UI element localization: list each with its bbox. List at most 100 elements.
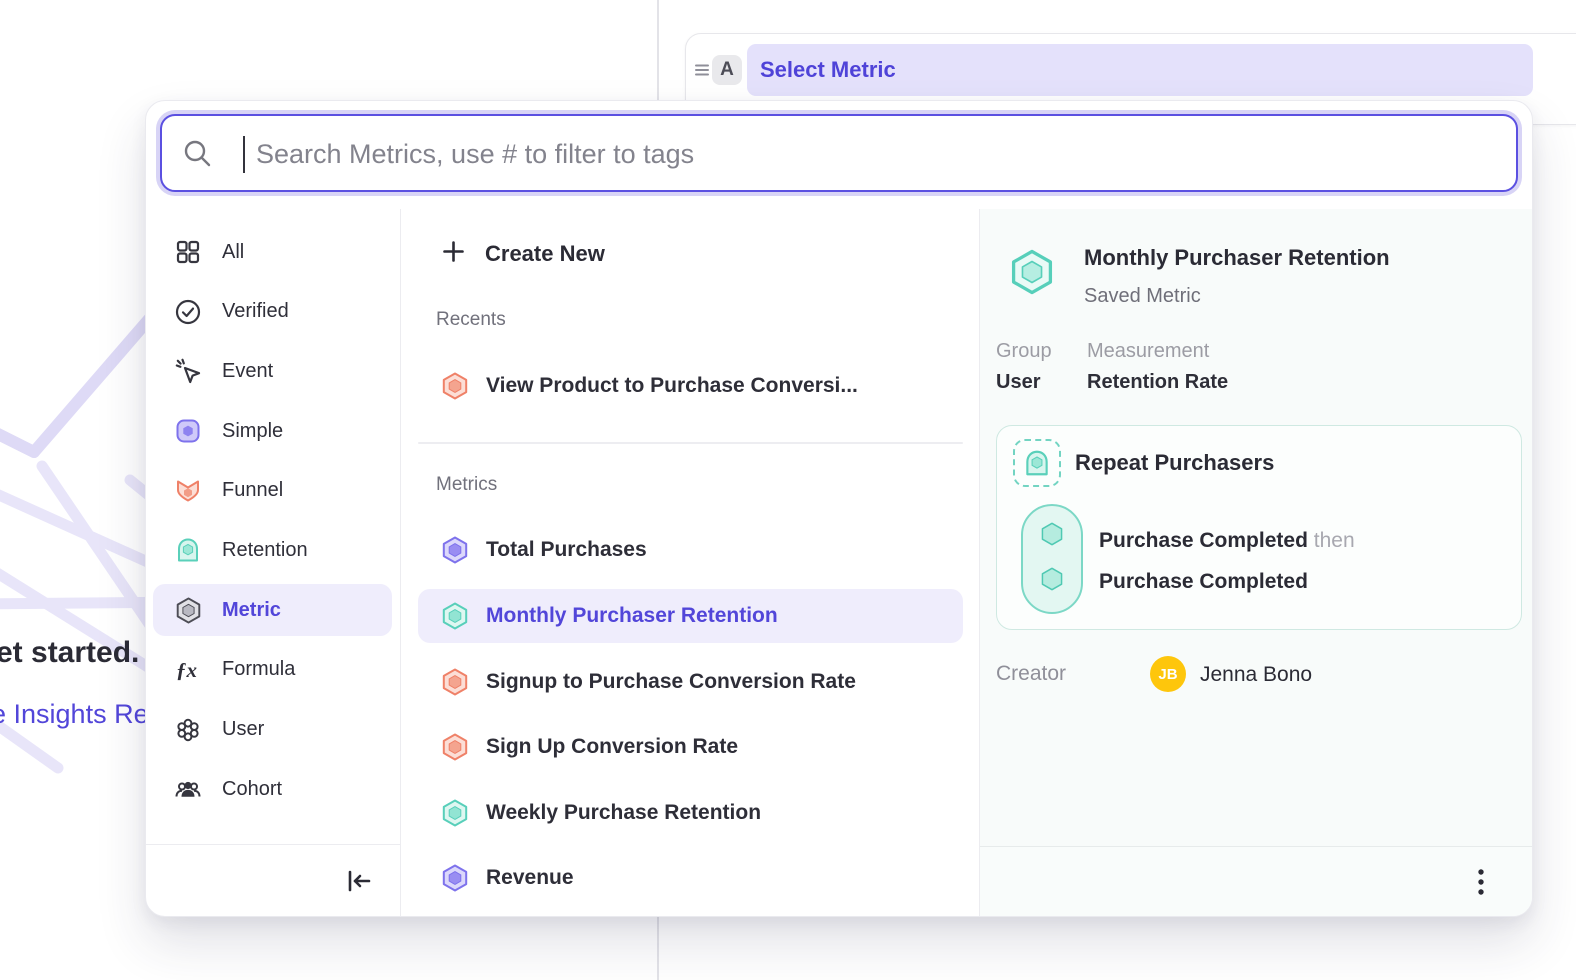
sidebar-item-formula[interactable]: ƒx Formula <box>153 644 392 696</box>
metric-item[interactable]: Weekly Purchase Retention <box>418 786 963 840</box>
sidebar-item-all[interactable]: All <box>153 226 392 278</box>
metric-hexagon-icon <box>441 602 469 630</box>
metric-hexagon-icon <box>441 864 469 892</box>
retention-step-icon <box>1013 439 1061 487</box>
metric-item-label: Monthly Purchaser Retention <box>486 604 778 628</box>
measurement-value: Retention Rate <box>1087 371 1228 394</box>
verified-icon <box>174 298 202 326</box>
metric-detail-panel: Monthly Purchaser Retention Saved Metric… <box>979 209 1532 916</box>
group-value: User <box>996 371 1040 394</box>
sidebar-item-label: Metric <box>222 599 281 622</box>
measurement-label: Measurement <box>1087 340 1209 363</box>
text-cursor <box>243 136 245 173</box>
creator-avatar: JB <box>1150 656 1186 692</box>
sidebar-item-label: Formula <box>222 658 295 681</box>
metric-picker-modal: All Verified Event Simple Funnel Retention Met… <box>145 100 1533 917</box>
funnel-icon <box>174 477 202 505</box>
metric-item-label: Revenue <box>486 866 574 890</box>
metric-item[interactable]: Signup to Purchase Conversion Rate <box>418 655 963 709</box>
search-input[interactable] <box>254 116 1506 192</box>
metric-hexagon-icon <box>441 733 469 761</box>
detail-subtitle: Saved Metric <box>1084 285 1201 308</box>
page: et started. e Insights Re A Select Metri… <box>0 0 1576 980</box>
sidebar-item-cohort[interactable]: Cohort <box>153 763 392 815</box>
category-list: All Verified Event Simple Funnel Retention Met… <box>153 226 392 815</box>
metric-item-label: Total Purchases <box>486 538 647 562</box>
event-hexagon-icon <box>1039 566 1065 597</box>
sidebar-footer <box>146 844 400 916</box>
metric-item-label: Signup to Purchase Conversion Rate <box>486 670 856 694</box>
select-metric-button[interactable]: Select Metric <box>747 44 1533 96</box>
sidebar-item-label: Funnel <box>222 479 283 502</box>
then-connector: then <box>1314 529 1355 552</box>
section-divider <box>418 442 963 444</box>
kebab-menu-icon <box>1473 865 1489 899</box>
metric-item[interactable]: Revenue <box>418 851 963 905</box>
definition-card-title: Repeat Purchasers <box>1075 450 1274 476</box>
background-insights-link-fragment[interactable]: e Insights Re <box>0 699 149 730</box>
sidebar-item-label: Event <box>222 360 273 383</box>
metric-item-label: Sign Up Conversion Rate <box>486 735 738 759</box>
metric-list-column: Create New Recents View Product to Purch… <box>401 209 979 916</box>
modal-body: All Verified Event Simple Funnel Retention Met… <box>146 209 1532 916</box>
create-new-button[interactable]: Create New <box>418 231 963 277</box>
sidebar-item-event[interactable]: Event <box>153 345 392 397</box>
search-box[interactable] <box>160 114 1518 192</box>
group-label: Group <box>996 340 1052 363</box>
sidebar-item-label: User <box>222 718 264 741</box>
collapse-sidebar-button[interactable] <box>342 864 376 898</box>
step-1: Purchase Completed then <box>1099 529 1355 553</box>
sidebar-item-verified[interactable]: Verified <box>153 286 392 338</box>
svg-text:ƒx: ƒx <box>176 658 197 682</box>
background-headline-fragment: et started. <box>0 636 139 670</box>
event-icon <box>174 357 202 385</box>
cohort-icon <box>174 775 202 803</box>
creator-label: Creator <box>996 662 1066 686</box>
metric-item-label: Weekly Purchase Retention <box>486 801 761 825</box>
metric-hexagon-icon <box>441 799 469 827</box>
sidebar-item-label: Verified <box>222 300 289 323</box>
user-icon <box>174 716 202 744</box>
category-sidebar: All Verified Event Simple Funnel Retention Met… <box>146 209 401 916</box>
create-new-label: Create New <box>485 241 605 267</box>
simple-icon <box>174 417 202 445</box>
sidebar-item-metric[interactable]: Metric <box>153 584 392 636</box>
recent-item[interactable]: View Product to Purchase Conversi... <box>418 359 963 413</box>
detail-footer <box>980 846 1532 916</box>
metric-definition-card: Repeat Purchasers Purchase Completed the… <box>996 425 1522 630</box>
series-letter-badge: A <box>712 55 742 85</box>
sidebar-item-retention[interactable]: Retention <box>153 524 392 576</box>
sidebar-item-label: All <box>222 241 244 264</box>
sidebar-item-simple[interactable]: Simple <box>153 405 392 457</box>
sidebar-item-label: Cohort <box>222 778 282 801</box>
recents-heading: Recents <box>436 309 506 331</box>
metric-hexagon-icon <box>441 372 469 400</box>
metric-hexagon-icon <box>441 536 469 564</box>
collapse-left-icon <box>344 866 374 896</box>
search-icon <box>182 138 212 168</box>
select-metric-label: Select Metric <box>760 57 896 83</box>
metric-item[interactable]: Monthly Purchaser Retention <box>418 589 963 643</box>
sidebar-item-label: Retention <box>222 539 308 562</box>
sidebar-item-label: Simple <box>222 420 283 443</box>
detail-title: Monthly Purchaser Retention <box>1084 245 1390 271</box>
metric-hexagon-icon <box>441 668 469 696</box>
plus-icon <box>441 239 466 269</box>
saved-metric-hexagon-icon <box>1009 249 1055 300</box>
retention-icon <box>174 536 202 564</box>
grid-icon <box>174 238 202 266</box>
metric-item-label: View Product to Purchase Conversi... <box>486 374 858 398</box>
sidebar-item-funnel[interactable]: Funnel <box>153 465 392 517</box>
step-2: Purchase Completed <box>1099 570 1308 594</box>
metric-icon <box>174 596 202 624</box>
event-hexagon-icon <box>1039 521 1065 552</box>
formula-icon: ƒx <box>174 656 202 684</box>
metric-item[interactable]: Sign Up Conversion Rate <box>418 720 963 774</box>
sidebar-item-user[interactable]: User <box>153 704 392 756</box>
event-steps-pill <box>1021 504 1083 614</box>
creator-name: Jenna Bono <box>1200 663 1312 687</box>
metrics-heading: Metrics <box>436 474 497 496</box>
metric-item[interactable]: Total Purchases <box>418 523 963 577</box>
more-options-button[interactable] <box>1466 864 1496 900</box>
drag-handle-icon[interactable] <box>694 61 710 84</box>
